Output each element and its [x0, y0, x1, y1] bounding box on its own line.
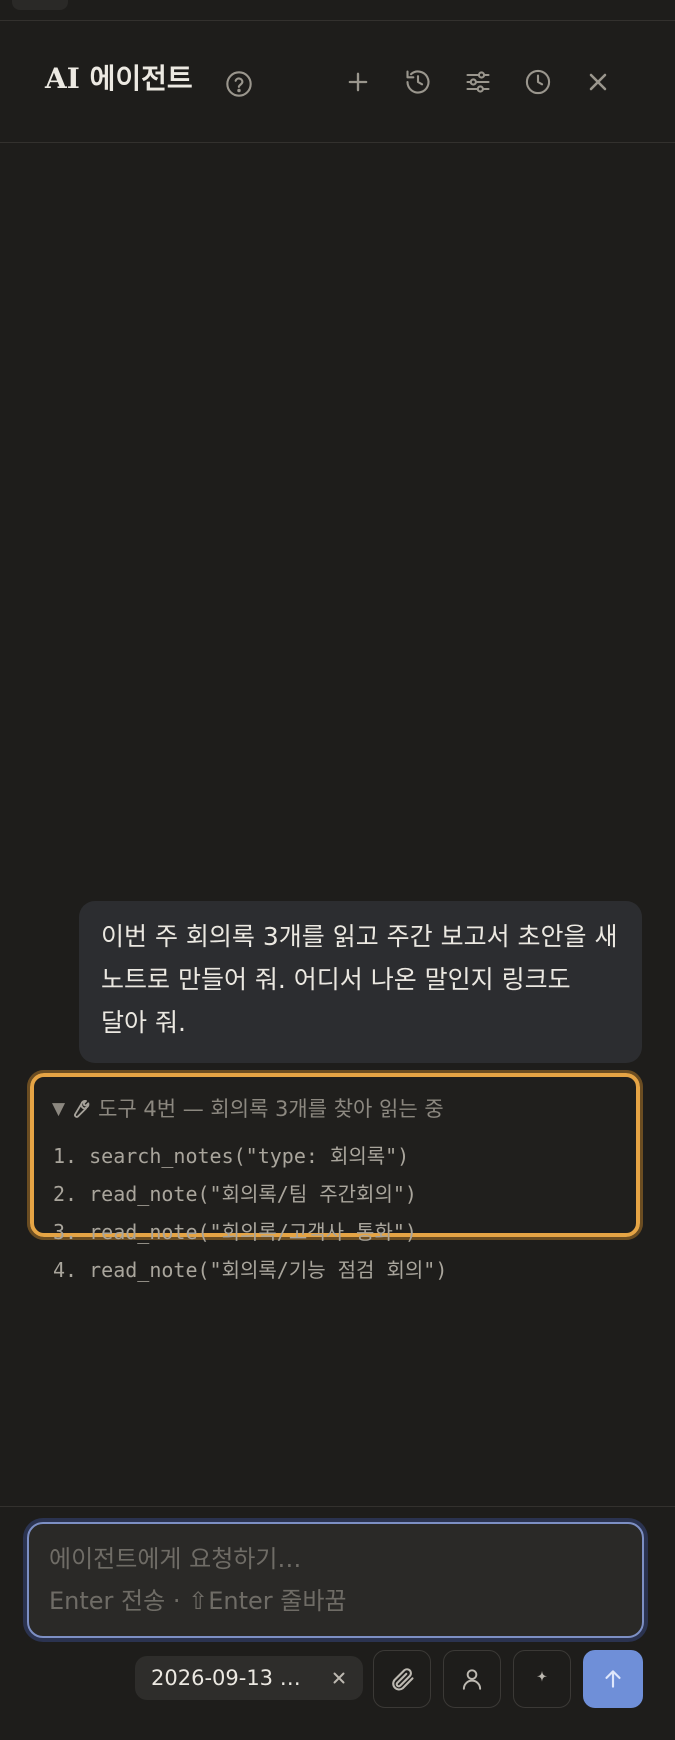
message-input[interactable]: 에이전트에게 요청하기… Enter 전송 · ⇧Enter 줄바꿈	[27, 1522, 644, 1638]
tool-card-header[interactable]: ▼ 도구 4번 — 회의록 3개를 찾아 읽는 중	[52, 1095, 444, 1123]
recent-button[interactable]	[521, 65, 555, 99]
wrench-icon	[68, 1098, 90, 1120]
send-button[interactable]	[583, 1650, 643, 1708]
history-button[interactable]	[401, 65, 435, 99]
disclosure-triangle-icon: ▼	[52, 1099, 66, 1119]
close-icon	[589, 73, 607, 91]
remove-context-button[interactable]	[327, 1666, 351, 1690]
close-icon	[333, 1672, 345, 1684]
attach-button[interactable]	[373, 1650, 431, 1708]
tool-activity-card[interactable]: ▼ 도구 4번 — 회의록 3개를 찾아 읽는 중 1. search_note…	[27, 1070, 643, 1282]
tool-card-title: 도구 4번 — 회의록 3개를 찾아 읽는 중	[98, 1097, 444, 1121]
sliders-icon	[466, 71, 490, 93]
new-chat-button[interactable]	[341, 65, 375, 99]
ai-agent-panel: AI 에이전트 이번 주 회의록 3개를 읽고 주간 보고서 초안을 새 노트로…	[0, 0, 675, 1740]
user-message-bubble: 이번 주 회의록 3개를 읽고 주간 보고서 초안을 새 노트로 만들어 줘. …	[79, 901, 642, 1063]
mention-button[interactable]	[443, 1650, 501, 1708]
tool-call-item: 1. search_notes("type: 회의록")	[53, 1144, 410, 1168]
tool-call-item: 4. read_note("회의록/기능 점검 회의")	[53, 1258, 448, 1282]
context-chip-label: 2026-09-13 …	[151, 1666, 301, 1690]
tool-call-list: 1. search_notes("type: 회의록") 2. read_not…	[53, 1137, 447, 1289]
clock-icon	[525, 69, 551, 95]
chat-area[interactable]	[0, 143, 675, 1507]
help-icon[interactable]	[222, 67, 256, 101]
tool-call-item: 3. read_note("회의록/고객사 통화")	[53, 1220, 417, 1244]
tool-call-item: 2. read_note("회의록/팀 주간회의")	[53, 1182, 417, 1206]
panel-title: AI 에이전트	[45, 62, 193, 95]
context-chip[interactable]: 2026-09-13 …	[135, 1656, 363, 1700]
input-placeholder: 에이전트에게 요청하기…	[49, 1545, 302, 1573]
close-panel-button[interactable]	[581, 65, 615, 99]
paperclip-icon	[392, 1668, 414, 1691]
input-hint: Enter 전송 · ⇧Enter 줄바꿈	[49, 1587, 347, 1615]
plus-icon	[348, 72, 368, 92]
top-tab-stub	[12, 0, 68, 10]
settings-button[interactable]	[461, 65, 495, 99]
panel-header: AI 에이전트	[0, 21, 675, 143]
sparkle-icon	[536, 1670, 548, 1682]
history-icon	[406, 70, 430, 94]
person-icon	[462, 1669, 482, 1690]
ai-tools-button[interactable]	[513, 1650, 571, 1708]
composer-divider	[0, 1506, 675, 1507]
arrow-up-icon	[605, 1670, 621, 1688]
